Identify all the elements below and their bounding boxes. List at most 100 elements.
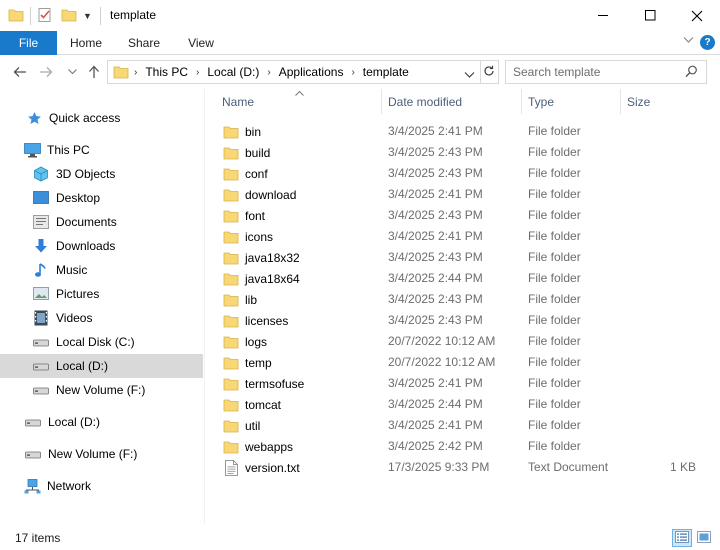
large-icons-view-button[interactable] bbox=[694, 529, 714, 547]
sidebar-item-label: Music bbox=[56, 263, 88, 277]
sidebar-item-network[interactable]: Network bbox=[0, 474, 203, 498]
breadcrumb-separator-icon[interactable]: › bbox=[196, 67, 199, 78]
file-name: termsofuse bbox=[245, 376, 305, 391]
folder-icon bbox=[113, 65, 129, 82]
help-icon[interactable]: ? bbox=[700, 35, 715, 50]
drive-icon bbox=[32, 382, 50, 398]
download-arrow-icon bbox=[32, 238, 50, 254]
sidebar-item-desktop[interactable]: Desktop bbox=[0, 186, 203, 210]
file-type: File folder bbox=[528, 439, 581, 453]
sidebar-item-local-d-drive[interactable]: Local (D:) bbox=[0, 410, 203, 434]
sidebar-item-label: Documents bbox=[56, 215, 117, 229]
folder-icon[interactable] bbox=[8, 8, 24, 25]
column-header-name[interactable]: Name bbox=[215, 89, 381, 114]
breadcrumb-applications[interactable]: Applications bbox=[279, 65, 344, 79]
sidebar-item-local-d-selected[interactable]: Local (D:) bbox=[0, 354, 203, 378]
search-box[interactable] bbox=[505, 60, 707, 84]
refresh-icon bbox=[483, 65, 495, 80]
tab-share[interactable]: Share bbox=[124, 31, 164, 55]
file-row[interactable]: bin 3/4/2025 2:41 PM File folder bbox=[215, 121, 715, 142]
file-row[interactable]: tomcat 3/4/2025 2:44 PM File folder bbox=[215, 394, 715, 415]
breadcrumb-separator-icon[interactable]: › bbox=[134, 67, 137, 78]
sidebar-item-videos[interactable]: Videos bbox=[0, 306, 203, 330]
sidebar-item-new-volume-f-drive[interactable]: New Volume (F:) bbox=[0, 442, 203, 466]
pane-divider[interactable] bbox=[204, 89, 205, 524]
new-folder-icon[interactable] bbox=[61, 8, 77, 25]
file-type: File folder bbox=[528, 124, 581, 138]
recent-locations-chevron-icon[interactable] bbox=[62, 62, 82, 82]
file-row[interactable]: font 3/4/2025 2:43 PM File folder bbox=[215, 205, 715, 226]
file-row[interactable]: temp 20/7/2022 10:12 AM File folder bbox=[215, 352, 715, 373]
sidebar-item-3d-objects[interactable]: 3D Objects bbox=[0, 162, 203, 186]
details-view-icon bbox=[675, 530, 689, 546]
expand-ribbon-chevron-icon[interactable] bbox=[683, 35, 694, 47]
file-row[interactable]: java18x32 3/4/2025 2:43 PM File folder bbox=[215, 247, 715, 268]
tab-file[interactable]: File bbox=[0, 31, 57, 55]
file-row[interactable]: util 3/4/2025 2:41 PM File folder bbox=[215, 415, 715, 436]
breadcrumb-separator-icon[interactable]: › bbox=[351, 67, 354, 78]
tab-view[interactable]: View bbox=[181, 31, 221, 55]
toolbar-divider bbox=[30, 7, 31, 25]
address-dropdown-chevron-icon[interactable] bbox=[464, 68, 475, 82]
details-view-button[interactable] bbox=[672, 529, 692, 547]
column-header-date-modified[interactable]: Date modified bbox=[381, 89, 521, 114]
sidebar-item-label: Network bbox=[47, 479, 92, 493]
maximize-button[interactable] bbox=[627, 0, 673, 31]
customize-toolbar-chevron-icon[interactable]: ▼ bbox=[83, 11, 92, 21]
sidebar-item-quick-access[interactable]: Quick access bbox=[0, 106, 203, 130]
sidebar-item-downloads[interactable]: Downloads bbox=[0, 234, 203, 258]
computer-icon bbox=[23, 142, 41, 158]
file-row[interactable]: webapps 3/4/2025 2:42 PM File folder bbox=[215, 436, 715, 457]
file-row[interactable]: licenses 3/4/2025 2:43 PM File folder bbox=[215, 310, 715, 331]
refresh-button[interactable] bbox=[479, 60, 499, 84]
search-icon[interactable] bbox=[685, 65, 698, 81]
text-file-icon bbox=[223, 459, 239, 476]
back-arrow-icon[interactable] bbox=[10, 62, 30, 82]
file-row[interactable]: logs 20/7/2022 10:12 AM File folder bbox=[215, 331, 715, 352]
file-name: conf bbox=[245, 166, 268, 181]
breadcrumb-template[interactable]: template bbox=[363, 65, 409, 79]
address-bar[interactable]: › This PC › Local (D:) › Applications › … bbox=[107, 60, 481, 84]
up-arrow-icon[interactable] bbox=[84, 62, 104, 82]
forward-arrow-icon[interactable] bbox=[36, 62, 56, 82]
file-name: java18x64 bbox=[245, 271, 300, 286]
file-name: tomcat bbox=[245, 397, 282, 412]
sidebar-item-label: This PC bbox=[47, 143, 90, 157]
file-row[interactable]: version.txt 17/3/2025 9:33 PM Text Docum… bbox=[215, 457, 715, 478]
file-row[interactable]: conf 3/4/2025 2:43 PM File folder bbox=[215, 163, 715, 184]
sidebar-item-new-volume-f[interactable]: New Volume (F:) bbox=[0, 378, 203, 402]
folder-icon bbox=[223, 208, 239, 224]
minimize-button[interactable] bbox=[580, 0, 626, 31]
file-row[interactable]: download 3/4/2025 2:41 PM File folder bbox=[215, 184, 715, 205]
file-row[interactable]: icons 3/4/2025 2:41 PM File folder bbox=[215, 226, 715, 247]
file-row[interactable]: java18x64 3/4/2025 2:44 PM File folder bbox=[215, 268, 715, 289]
file-row[interactable]: termsofuse 3/4/2025 2:41 PM File folder bbox=[215, 373, 715, 394]
column-header-type[interactable]: Type bbox=[521, 89, 620, 114]
file-type: File folder bbox=[528, 334, 581, 348]
file-row[interactable]: lib 3/4/2025 2:43 PM File folder bbox=[215, 289, 715, 310]
file-name: logs bbox=[245, 334, 268, 349]
column-header-size[interactable]: Size bbox=[620, 89, 715, 114]
file-row[interactable]: build 3/4/2025 2:43 PM File folder bbox=[215, 142, 715, 163]
sidebar-item-music[interactable]: Music bbox=[0, 258, 203, 282]
file-type: File folder bbox=[528, 208, 581, 222]
sidebar-item-this-pc[interactable]: This PC bbox=[0, 138, 203, 162]
search-input[interactable] bbox=[513, 64, 683, 80]
close-button[interactable] bbox=[674, 0, 720, 31]
file-name: download bbox=[245, 187, 297, 202]
breadcrumb-local-d[interactable]: Local (D:) bbox=[207, 65, 259, 79]
sidebar-item-documents[interactable]: Documents bbox=[0, 210, 203, 234]
tab-home[interactable]: Home bbox=[66, 31, 106, 55]
breadcrumb-this-pc[interactable]: This PC bbox=[145, 65, 188, 79]
large-icons-view-icon bbox=[697, 530, 711, 546]
item-count: 17 items bbox=[15, 531, 61, 545]
sidebar-item-local-disk-c[interactable]: Local Disk (C:) bbox=[0, 330, 203, 354]
breadcrumb-separator-icon[interactable]: › bbox=[267, 67, 270, 78]
properties-icon[interactable] bbox=[37, 7, 53, 26]
cube-icon bbox=[32, 166, 50, 182]
file-date: 3/4/2025 2:41 PM bbox=[388, 418, 483, 432]
sidebar-item-pictures[interactable]: Pictures bbox=[0, 282, 203, 306]
desktop-icon bbox=[32, 190, 50, 206]
file-type: File folder bbox=[528, 229, 581, 243]
file-size: 1 KB bbox=[669, 460, 696, 474]
